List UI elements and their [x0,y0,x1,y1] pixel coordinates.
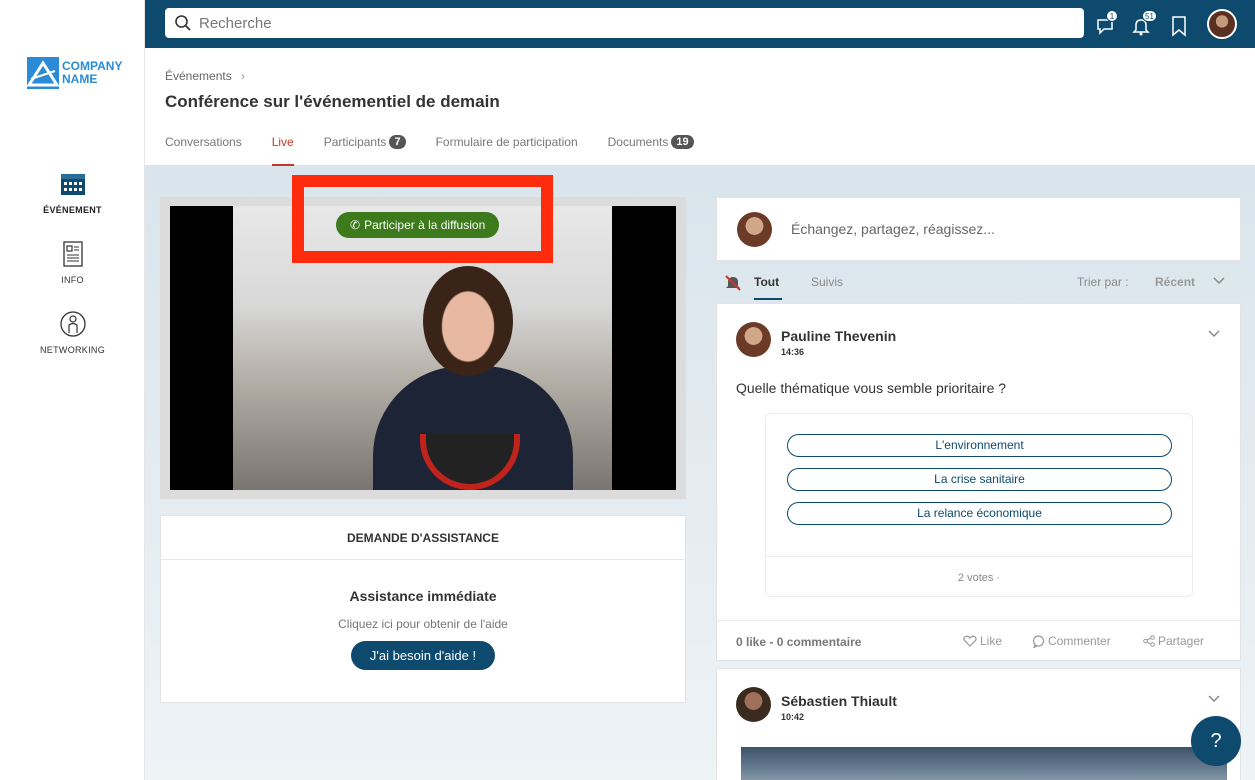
sidebar-item-label: NETWORKING [40,345,105,355]
assistance-header: DEMANDE D'ASSISTANCE [161,516,685,560]
tab-label: Conversations [165,135,242,149]
post-stats: 0 like - 0 commentaire [736,635,862,649]
sidebar-item-label: INFO [61,275,84,285]
page-header: Événements › Conférence sur l'événementi… [145,48,1255,166]
search-input[interactable] [199,14,1059,32]
sidebar-item-info[interactable]: INFO [0,241,145,285]
chevron-down-icon[interactable] [1208,695,1220,703]
bookmarks-button[interactable] [1169,12,1193,37]
search-box[interactable] [165,8,1084,38]
poll-option[interactable]: L'environnement [787,434,1172,457]
tab-bar: Conversations Live Participants 7 Formula… [165,132,724,166]
sort-label: Trier par : [1077,275,1129,289]
poll-option[interactable]: La crise sanitaire [787,468,1172,491]
composer-avatar [737,211,772,247]
share-button[interactable]: Partager [1143,634,1204,648]
notifications-badge: 51 [1142,10,1157,22]
comment-bubble-icon [1032,634,1045,648]
post-author[interactable]: Sébastien Thiault [781,693,897,709]
tab-participants[interactable]: Participants 7 [324,132,406,152]
company-logo[interactable]: COMPANY NAME [27,57,122,89]
chevron-down-icon[interactable] [1208,330,1220,338]
poll-option[interactable]: La relance économique [787,502,1172,525]
comment-button[interactable]: Commenter [1032,634,1111,648]
post-composer[interactable]: Échangez, partagez, réagissez... [716,197,1241,261]
calendar-icon [60,174,85,195]
like-label: Like [980,634,1003,648]
page-title: Conférence sur l'événementiel de demain [165,92,500,111]
breadcrumb-link[interactable]: Événements [165,69,232,83]
participants-count-badge: 7 [389,135,406,149]
tab-conversations[interactable]: Conversations [165,132,242,152]
poll-question: Quelle thématique vous semble prioritair… [736,380,1007,396]
tab-label: Participants [323,135,387,149]
sidebar-item-evenement[interactable]: ÉVÉNEMENT [0,171,145,215]
post-time: 14:36 [781,347,805,357]
logo-line2: NAME [62,72,98,86]
messages-button[interactable]: 1 [1095,10,1119,36]
document-icon [62,241,83,267]
assistance-title: Assistance immédiate [349,588,497,604]
tab-documents[interactable]: Documents 19 [608,132,694,152]
need-help-button[interactable]: J'ai besoin d'aide ! [350,641,496,670]
bookmark-icon [1172,16,1186,37]
share-label: Partager [1158,634,1205,648]
composer-placeholder[interactable]: Échangez, partagez, réagissez... [791,221,995,237]
highlight-annotation-box [292,175,553,263]
assistance-subtitle: Cliquez ici pour obtenir de l'aide [338,617,508,631]
filter-active-underline [754,298,782,300]
logo-mark-icon [27,57,59,89]
user-avatar[interactable] [1207,9,1237,39]
like-button[interactable]: Like [963,634,1002,648]
like-count: 0 like [736,635,767,649]
feed-filters: Tout Suivis Trier par : Récent [716,268,1241,302]
breadcrumb[interactable]: Événements › [165,69,245,83]
top-bar: 1 51 [145,0,1255,48]
notifications-button[interactable]: 51 [1131,10,1157,36]
sort-select[interactable]: Récent [1155,275,1195,289]
documents-count-badge: 19 [671,135,694,149]
tab-formulaire[interactable]: Formulaire de participation [436,132,578,152]
video-person-head [423,266,513,376]
author-avatar[interactable] [736,322,771,357]
filter-tab-followed[interactable]: Suivis [811,275,843,289]
sidebar-item-label: ÉVÉNEMENT [43,205,102,215]
author-avatar[interactable] [736,687,771,722]
sidebar-item-networking[interactable]: NETWORKING [0,311,145,355]
feed-post: Pauline Thevenin 14:36 Quelle thématique… [716,303,1241,661]
logo-text: COMPANY NAME [62,60,122,86]
messages-badge: 1 [1106,10,1118,22]
left-sidebar: COMPANY NAME ÉVÉNEMENT INFO NETWORKING [0,0,145,780]
tab-label: Live [271,135,294,149]
tab-label: Formulaire de participation [435,135,578,149]
tab-live[interactable]: Live [271,132,294,166]
post-author[interactable]: Pauline Thevenin [781,328,896,344]
muted-bell-icon[interactable] [724,274,742,292]
assistance-panel: DEMANDE D'ASSISTANCE Assistance immédiat… [160,515,686,703]
poll: L'environnement La crise sanitaire La re… [765,413,1193,597]
comment-label: Commenter [1048,634,1111,648]
comment-count: 0 commentaire [776,635,862,649]
heart-icon [963,635,977,647]
search-icon [175,15,191,31]
person-icon [59,311,86,337]
chevron-down-icon[interactable] [1213,277,1225,285]
post-actions: 0 like - 0 commentaire Like Commenter Pa… [717,620,1240,662]
tab-label: Documents [607,135,669,149]
post-image[interactable] [741,747,1227,780]
chevron-right-icon: › [241,69,246,83]
help-fab-button[interactable]: ? [1191,716,1241,766]
share-icon [1143,635,1155,647]
feed-post: Sébastien Thiault 10:42 [716,668,1241,780]
post-time: 10:42 [781,712,805,722]
filter-tab-all[interactable]: Tout [754,275,779,289]
poll-votes: 2 votes · [766,556,1192,598]
